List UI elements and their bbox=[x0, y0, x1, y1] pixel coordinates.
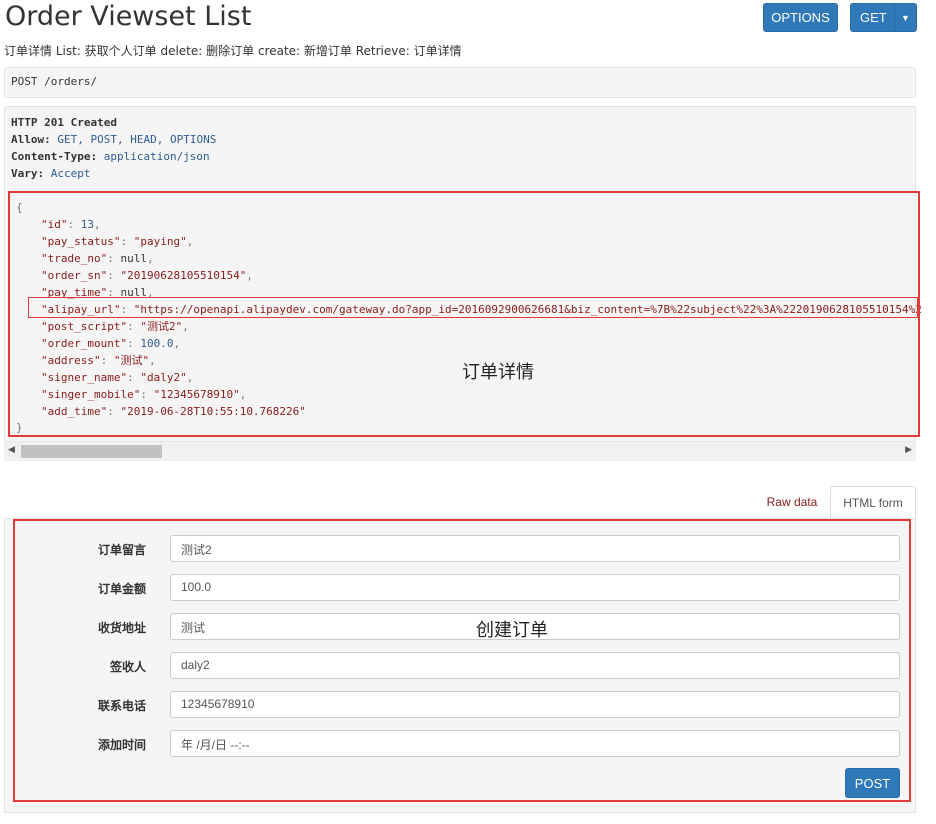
json-key: "signer_name" bbox=[41, 371, 128, 384]
json-line: "order_sn": "20190628105510154", bbox=[41, 269, 253, 282]
page-title: Order Viewset List bbox=[5, 1, 252, 32]
header-content-type: Content-Type: application/json bbox=[11, 150, 210, 163]
form-field-label: 签收人 bbox=[109, 660, 146, 674]
scroll-left-icon[interactable]: ◀ bbox=[8, 445, 15, 455]
json-value: "2019-06-28T10:55:10.768226" bbox=[120, 405, 306, 418]
json-annotation-label: 订单详情 bbox=[462, 362, 534, 383]
status-line: HTTP 201 Created bbox=[11, 116, 117, 129]
request-line: POST /orders/ bbox=[11, 75, 98, 88]
json-line: "address": "测试", bbox=[41, 354, 156, 367]
json-line: "post_script": "测试2", bbox=[41, 320, 189, 333]
get-button[interactable]: GET ▼ bbox=[850, 3, 917, 32]
json-key: "pay_status" bbox=[41, 235, 121, 248]
horizontal-scrollbar[interactable]: ◀ ▶ bbox=[4, 441, 916, 461]
header-vary: Vary: Accept bbox=[11, 167, 91, 180]
form-field-label: 收货地址 bbox=[97, 621, 146, 635]
json-key: "trade_no" bbox=[41, 252, 108, 265]
json-key: "id" bbox=[41, 218, 68, 231]
json-value: "daly2" bbox=[140, 371, 187, 384]
json-open-brace: { bbox=[16, 201, 23, 214]
scroll-right-icon[interactable]: ▶ bbox=[905, 445, 912, 455]
json-value: "paying" bbox=[133, 235, 187, 248]
header-allow: Allow: GET, POST, HEAD, OPTIONS bbox=[11, 133, 217, 146]
json-value: 100.0 bbox=[140, 337, 174, 350]
response-panel: HTTP 201 Created Allow: GET, POST, HEAD,… bbox=[4, 106, 921, 461]
json-line: "pay_status": "paying", bbox=[41, 235, 194, 248]
json-key: "address" bbox=[41, 354, 101, 367]
json-line: "order_mount": 100.0, bbox=[41, 337, 181, 350]
form-field-label: 添加时间 bbox=[97, 738, 146, 752]
form-annotation-label: 创建订单 bbox=[476, 620, 548, 641]
form-field-input[interactable]: 测试2 bbox=[170, 535, 900, 562]
json-value: null bbox=[120, 252, 147, 265]
json-value: "https://openapi.alipaydev.com/gateway.d… bbox=[133, 303, 921, 316]
form-field-input[interactable]: 12345678910 bbox=[170, 691, 900, 718]
scrollbar-thumb[interactable] bbox=[21, 445, 162, 458]
tab-html-form[interactable]: HTML form bbox=[830, 486, 916, 518]
json-key: "order_mount" bbox=[41, 337, 128, 350]
json-value: "测试2" bbox=[140, 320, 183, 333]
form-field-label: 联系电话 bbox=[97, 699, 146, 713]
json-line: "singer_mobile": "12345678910", bbox=[41, 388, 247, 401]
form-field-input[interactable]: daly2 bbox=[170, 652, 900, 679]
json-close-brace: } bbox=[16, 421, 23, 434]
form-field-label: 订单金额 bbox=[97, 582, 146, 596]
page-description: 订单详情 List: 获取个人订单 delete: 删除订单 create: 新… bbox=[4, 44, 462, 58]
json-line: "alipay_url": "https://openapi.alipaydev… bbox=[41, 303, 921, 316]
tab-raw-data[interactable]: Raw data bbox=[756, 486, 828, 518]
json-line: "signer_name": "daly2", bbox=[41, 371, 194, 384]
json-key: "post_script" bbox=[41, 320, 128, 333]
json-line: "trade_no": null, bbox=[41, 252, 154, 265]
json-line: "add_time": "2019-06-28T10:55:10.768226" bbox=[41, 405, 306, 418]
json-value: "12345678910" bbox=[153, 388, 240, 401]
json-key: "pay_time" bbox=[41, 286, 108, 299]
json-key: "add_time" bbox=[41, 405, 108, 418]
json-key: "order_sn" bbox=[41, 269, 108, 282]
json-value: 13 bbox=[80, 218, 94, 231]
json-key: "singer_mobile" bbox=[41, 388, 141, 401]
options-button[interactable]: OPTIONS bbox=[763, 3, 838, 32]
get-button-label: GET bbox=[860, 10, 887, 25]
json-line: "pay_time": null, bbox=[41, 286, 154, 299]
response-headers: HTTP 201 Created Allow: GET, POST, HEAD,… bbox=[11, 114, 216, 182]
form-field-input[interactable]: 100.0 bbox=[170, 574, 900, 601]
json-value: "20190628105510154" bbox=[120, 269, 247, 282]
post-button[interactable]: POST bbox=[845, 768, 900, 798]
json-value: null bbox=[120, 286, 147, 299]
json-line: "id": 13, bbox=[41, 218, 101, 231]
json-key: "alipay_url" bbox=[41, 303, 121, 316]
form-field-label: 订单留言 bbox=[97, 543, 146, 557]
form-field-input[interactable]: 年 /月/日 --:-- bbox=[170, 730, 900, 757]
json-value: "测试" bbox=[113, 354, 150, 367]
caret-down-icon[interactable]: ▼ bbox=[894, 4, 916, 31]
request-info: POST /orders/ bbox=[4, 67, 916, 98]
